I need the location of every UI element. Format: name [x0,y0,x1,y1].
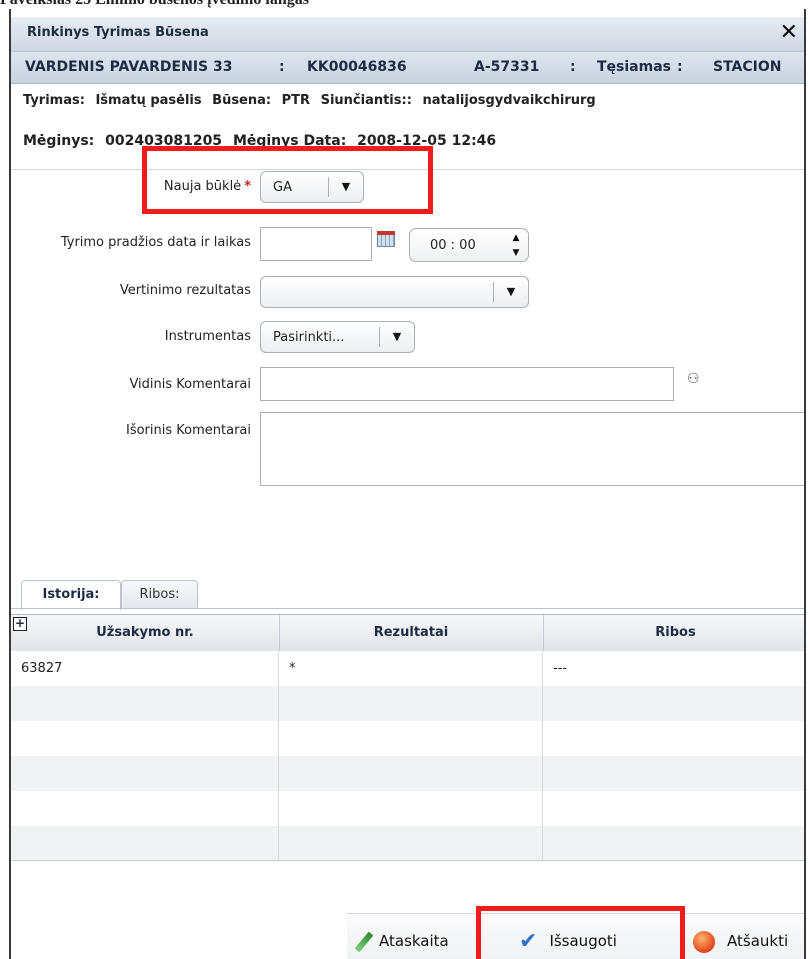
highlight-box [476,906,685,959]
tab-ribos[interactable]: Ribos: [121,580,198,609]
ataskaita-button[interactable]: Ataskaita [354,914,449,959]
close-icon[interactable]: ✕ [780,20,798,46]
empty-cell [279,826,543,860]
dialog-title: Rinkinys Tyrimas Būsena [27,25,209,40]
spin-down-icon[interactable]: ▼ [506,246,526,260]
vertinimo-label: Vertinimo rezultatas [119,283,251,298]
table-row [11,686,804,721]
binoculars-icon[interactable]: ⚇ [687,371,700,387]
start-time-value: 00 : 00 [430,238,476,253]
vertinimo-select[interactable]: ▼ [260,276,529,308]
tyrimas-value: Išmatų pasėlis [95,93,202,108]
ataskaita-label: Ataskaita [379,932,449,950]
empty-cell [543,791,804,826]
empty-cell [11,791,279,826]
pradzios-label: Tyrimo pradžios data ir laikas [60,235,251,250]
start-date-input[interactable] [260,227,372,261]
isorinis-komentarai-input[interactable] [260,412,804,486]
department: STACION [713,59,782,75]
patient-bar: VARDENIS PAVARDENIS 33 : KK00046836 A-57… [11,52,804,84]
dialog-window: Rinkinys Tyrimas Būsena ✕ VARDENIS PAVAR… [9,9,806,959]
dropdown-arrow-icon[interactable]: ▼ [493,282,528,302]
instrumentas-select[interactable]: Pasirinkti... ▼ [260,321,415,353]
tyrimas-label: Tyrimas: [23,93,85,108]
empty-cell [279,686,543,721]
empty-cell [279,756,543,791]
table-row [11,721,804,756]
case-number: A-57331 [474,59,540,75]
cancel-icon [693,930,715,953]
atsaukti-label: Atšaukti [727,932,789,950]
highlight-box [142,146,433,214]
empty-cell [11,686,279,721]
dropdown-arrow-icon[interactable]: ▼ [379,327,414,347]
busena-label: Būsena: [212,93,272,108]
instrumentas-value: Pasirinkti... [273,330,345,345]
pencil-icon [354,931,374,952]
table-row [11,826,804,860]
calendar-icon[interactable] [377,231,395,247]
patient-separator: : [279,59,285,75]
test-info-row: Tyrimas: Išmatų pasėlis Būsena: PTR Siun… [23,93,602,108]
empty-cell [543,756,804,791]
patient-name: VARDENIS PAVARDENIS 33 [25,59,233,75]
instrumentas-label: Instrumentas [164,329,251,344]
empty-cell [543,686,804,721]
patient-separator: : [570,59,576,75]
empty-cell [279,791,543,826]
empty-cell [11,756,279,791]
siunciantis-label: Siunčiantis:: [320,93,412,108]
cell-ribos: --- [543,651,804,686]
cell-rezultatai: * [279,651,543,686]
empty-cell [543,826,804,860]
empty-cell [279,721,543,756]
tabs-baseline [11,608,804,609]
empty-cell [11,826,279,860]
case-status: Tęsiamas [597,59,671,75]
patient-code: KK00046836 [307,59,407,75]
siunciantis-value: natalijosgydvaikchirurg [422,93,596,108]
spin-up-icon[interactable]: ▲ [506,231,526,245]
column-header-rezultatai[interactable]: Rezultatai [279,615,544,651]
patient-separator: : [677,59,683,75]
dialog-titlebar[interactable]: Rinkinys Tyrimas Būsena ✕ [11,17,804,52]
grid-bottom-border [11,860,804,861]
empty-cell [11,721,279,756]
start-time-spinner[interactable]: 00 : 00 ▲ ▼ [409,228,529,262]
column-header-ribos[interactable]: Ribos [543,615,804,651]
meginys-label: Mėginys: [23,133,95,149]
busena-value: PTR [281,93,311,108]
atsaukti-button[interactable]: Atšaukti [693,914,788,959]
empty-cell [543,721,804,756]
tab-istorija[interactable]: Istorija: [21,580,121,610]
table-row [11,791,804,826]
column-header-uzsakymo-nr[interactable]: Užsakymo nr. [11,615,280,651]
vidinis-komentarai-input[interactable] [260,367,674,401]
table-row[interactable]: 63827 * --- [11,651,804,686]
table-row [11,756,804,791]
grid-header: + Užsakymo nr. Rezultatai Ribos [11,614,804,652]
vidinis-label: Vidinis Komentarai [129,377,251,392]
isorinis-label: Išorinis Komentarai [126,423,251,438]
document-caption: Paveikslas 25 Ėminio būsenos įvedimo lan… [0,0,808,9]
cell-uzsakymo-nr: 63827 [11,651,279,686]
